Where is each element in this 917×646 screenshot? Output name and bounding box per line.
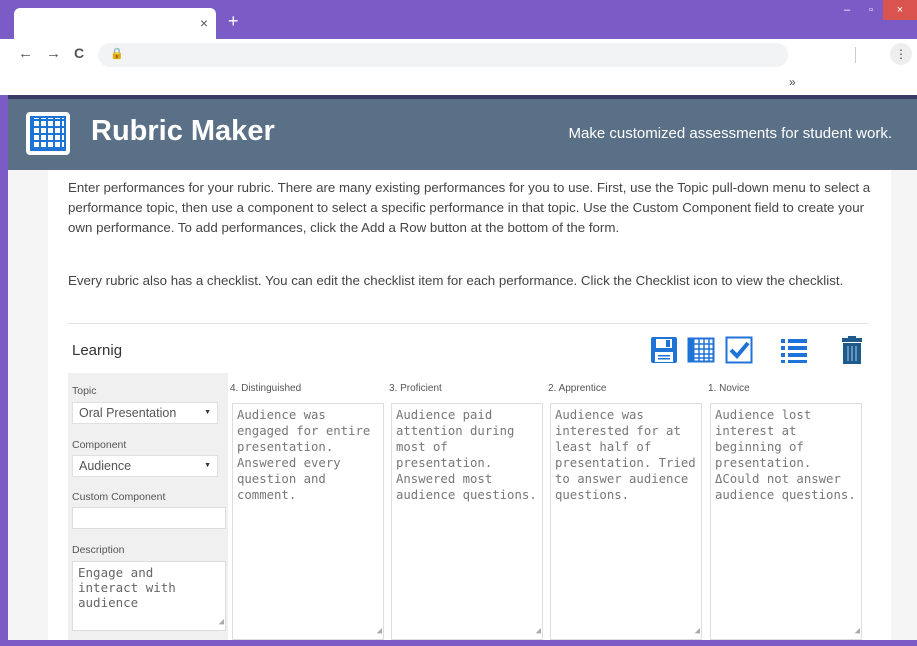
bookmarks-overflow-icon[interactable]: » (789, 75, 796, 89)
dropdown-caret-icon: ▼ (204, 462, 211, 469)
browser-toolbar: ← → C 🔒 ⋮ (0, 39, 917, 71)
back-arrow-icon[interactable]: ← (18, 45, 33, 62)
rubric-logo-icon (26, 112, 70, 155)
resize-grip-icon[interactable]: ◢ (855, 623, 860, 639)
new-tab-button[interactable]: + (228, 11, 239, 32)
level-description-field[interactable]: Audience was interested for at least hal… (550, 403, 702, 640)
window-controls: ‒ ▫ × (835, 0, 917, 20)
bookmarks-bar: » (0, 71, 917, 95)
tab-close-icon[interactable]: × (200, 15, 208, 31)
resize-grip-icon[interactable]: ◢ (695, 623, 700, 639)
rubric-name[interactable]: Learnig (72, 342, 122, 359)
main-content: Enter performances for your rubric. Ther… (48, 170, 891, 640)
lock-icon: 🔒 (110, 48, 124, 60)
dropdown-caret-icon: ▼ (204, 409, 211, 416)
browser-tab[interactable]: × (14, 8, 216, 39)
resize-grip-icon[interactable]: ◢ (219, 615, 224, 630)
level-heading: 4. Distinguished (230, 383, 302, 394)
level-description-field[interactable]: Audience paid attention during most of p… (391, 403, 543, 640)
level-column-apprentice: 2. Apprentice Audience was interested fo… (548, 373, 703, 640)
window-close-button[interactable]: × (883, 0, 917, 20)
level-heading: 3. Proficient (389, 383, 442, 394)
description-field[interactable]: Engage and interact with audience ◢ (72, 561, 226, 631)
section-divider (68, 323, 868, 324)
resize-grip-icon[interactable]: ◢ (536, 623, 541, 639)
forward-arrow-icon[interactable]: → (46, 45, 61, 62)
app-tagline: Make customized assessments for student … (568, 125, 892, 142)
level-description-field[interactable]: Audience was engaged for entire presenta… (232, 403, 384, 640)
level-column-novice: 1. Novice Audience lost interest at begi… (708, 373, 863, 640)
browser-titlebar: × + ‒ ▫ × (0, 0, 917, 39)
list-icon[interactable] (780, 336, 808, 364)
level-column-proficient: 3. Proficient Audience paid attention du… (389, 373, 544, 640)
app-header: Rubric Maker Make customized assessments… (8, 99, 917, 170)
table-icon[interactable] (687, 336, 715, 364)
trash-icon[interactable] (838, 336, 866, 364)
custom-component-field[interactable] (72, 507, 226, 529)
checklist-icon[interactable] (725, 336, 753, 364)
row-settings-panel: Topic Oral Presentation ▼ Component Audie… (68, 373, 228, 640)
topic-label: Topic (72, 385, 97, 397)
save-icon[interactable] (650, 336, 678, 364)
app-title: Rubric Maker (91, 115, 275, 147)
address-bar[interactable]: 🔒 (98, 43, 788, 67)
rubric-row: Topic Oral Presentation ▼ Component Audie… (68, 373, 868, 640)
level-heading: 2. Apprentice (548, 383, 607, 394)
maximize-button[interactable]: ▫ (859, 0, 883, 20)
description-label: Description (72, 544, 125, 556)
topic-select[interactable]: Oral Presentation ▼ (72, 402, 218, 424)
intro-paragraph: Enter performances for your rubric. Ther… (68, 180, 871, 235)
browser-menu-icon[interactable]: ⋮ (890, 43, 912, 65)
level-heading: 1. Novice (708, 383, 750, 394)
level-description-field[interactable]: Audience lost interest at beginning of p… (710, 403, 862, 640)
toolbar-separator (855, 47, 856, 63)
component-label: Component (72, 439, 127, 451)
resize-grip-icon[interactable]: ◢ (377, 623, 382, 639)
checklist-paragraph: Every rubric also has a checklist. You c… (68, 273, 844, 288)
reload-icon[interactable]: C (74, 45, 84, 61)
level-column-distinguished: 4. Distinguished Audience was engaged fo… (230, 373, 385, 640)
page: Rubric Maker Make customized assessments… (8, 99, 917, 640)
minimize-button[interactable]: ‒ (835, 0, 859, 20)
custom-component-label: Custom Component (72, 491, 166, 503)
component-select[interactable]: Audience ▼ (72, 455, 218, 477)
